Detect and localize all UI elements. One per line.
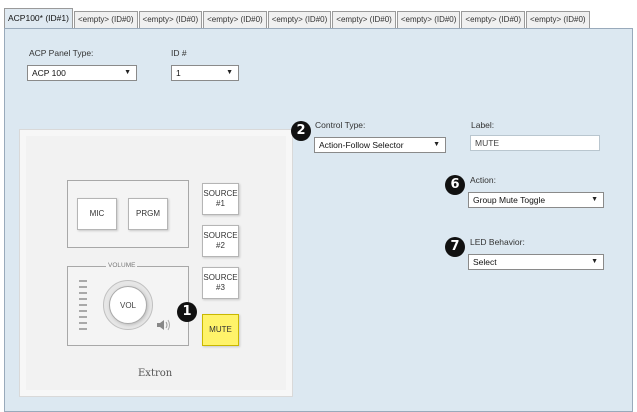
tab-empty-4[interactable]: <empty> (ID#0) [267,11,332,28]
led-behavior-dropdown[interactable]: Select ▼ [468,254,604,270]
id-value: 1 [176,68,181,78]
tab-empty-2[interactable]: <empty> (ID#0) [138,11,203,28]
id-dropdown[interactable]: 1 ▼ [171,65,239,81]
control-type-value: Action-Follow Selector [319,140,404,150]
action-dropdown[interactable]: Group Mute Toggle ▼ [468,192,604,208]
callout-badge-6: 6 [445,175,465,195]
action-value: Group Mute Toggle [473,195,546,205]
panel-type-label: ACP Panel Type: [29,48,94,58]
volume-led [79,322,87,324]
source-3-button[interactable]: SOURCE #3 [202,267,239,299]
volume-led [79,292,87,294]
tab-empty-5[interactable]: <empty> (ID#0) [332,11,396,28]
volume-label: VOLUME [106,262,138,269]
tab-acp100[interactable]: ACP100* (ID#1) [4,8,73,28]
label-field-label: Label: [471,120,495,130]
source-1-button[interactable]: SOURCE #1 [202,183,239,215]
acp-device-illustration: MIC PRGM VOLUME VOL SOURCE #1 SOURCE #2 … [19,129,293,397]
mic-button[interactable]: MIC [77,198,117,230]
id-label: ID # [171,48,187,58]
callout-badge-7: 7 [445,237,465,257]
mute-button[interactable]: MUTE [202,314,239,346]
volume-knob[interactable]: VOL [109,286,147,324]
led-behavior-label: LED Behavior: [470,237,525,247]
volume-led [79,280,87,282]
volume-led [79,310,87,312]
config-panel: ACP Panel Type: ACP 100 ▼ ID # 1 ▼ MIC P… [4,28,633,412]
tab-empty-8[interactable]: <empty> (ID#0) [526,11,590,28]
control-type-dropdown[interactable]: Action-Follow Selector ▼ [314,137,446,153]
tab-empty-3[interactable]: <empty> (ID#0) [203,11,267,28]
control-type-label: Control Type: [315,120,366,130]
tab-strip: ACP100* (ID#1) <empty> (ID#0) <empty> (I… [4,8,637,28]
chevron-down-icon: ▼ [226,69,233,76]
chevron-down-icon: ▼ [433,141,440,148]
speaker-icon [157,319,170,331]
panel-type-value: ACP 100 [32,68,66,78]
volume-led [79,316,87,318]
tab-empty-7[interactable]: <empty> (ID#0) [461,11,525,28]
tab-empty-6[interactable]: <empty> (ID#0) [396,11,461,28]
chevron-down-icon: ▼ [124,69,131,76]
extron-logo: Extron [138,368,173,379]
tab-empty-1[interactable]: <empty> (ID#0) [73,11,138,28]
source-2-button[interactable]: SOURCE #2 [202,225,239,257]
label-input[interactable]: MUTE [470,135,600,151]
callout-badge-2: 2 [291,121,311,141]
volume-led [79,286,87,288]
chevron-down-icon: ▼ [591,196,598,203]
action-label: Action: [470,175,496,185]
panel-type-dropdown[interactable]: ACP 100 ▼ [27,65,137,81]
volume-led [79,298,87,300]
callout-badge-1: 1 [177,302,197,322]
volume-led [79,304,87,306]
prgm-button[interactable]: PRGM [128,198,168,230]
volume-led [79,328,87,330]
led-behavior-value: Select [473,257,497,267]
chevron-down-icon: ▼ [591,258,598,265]
